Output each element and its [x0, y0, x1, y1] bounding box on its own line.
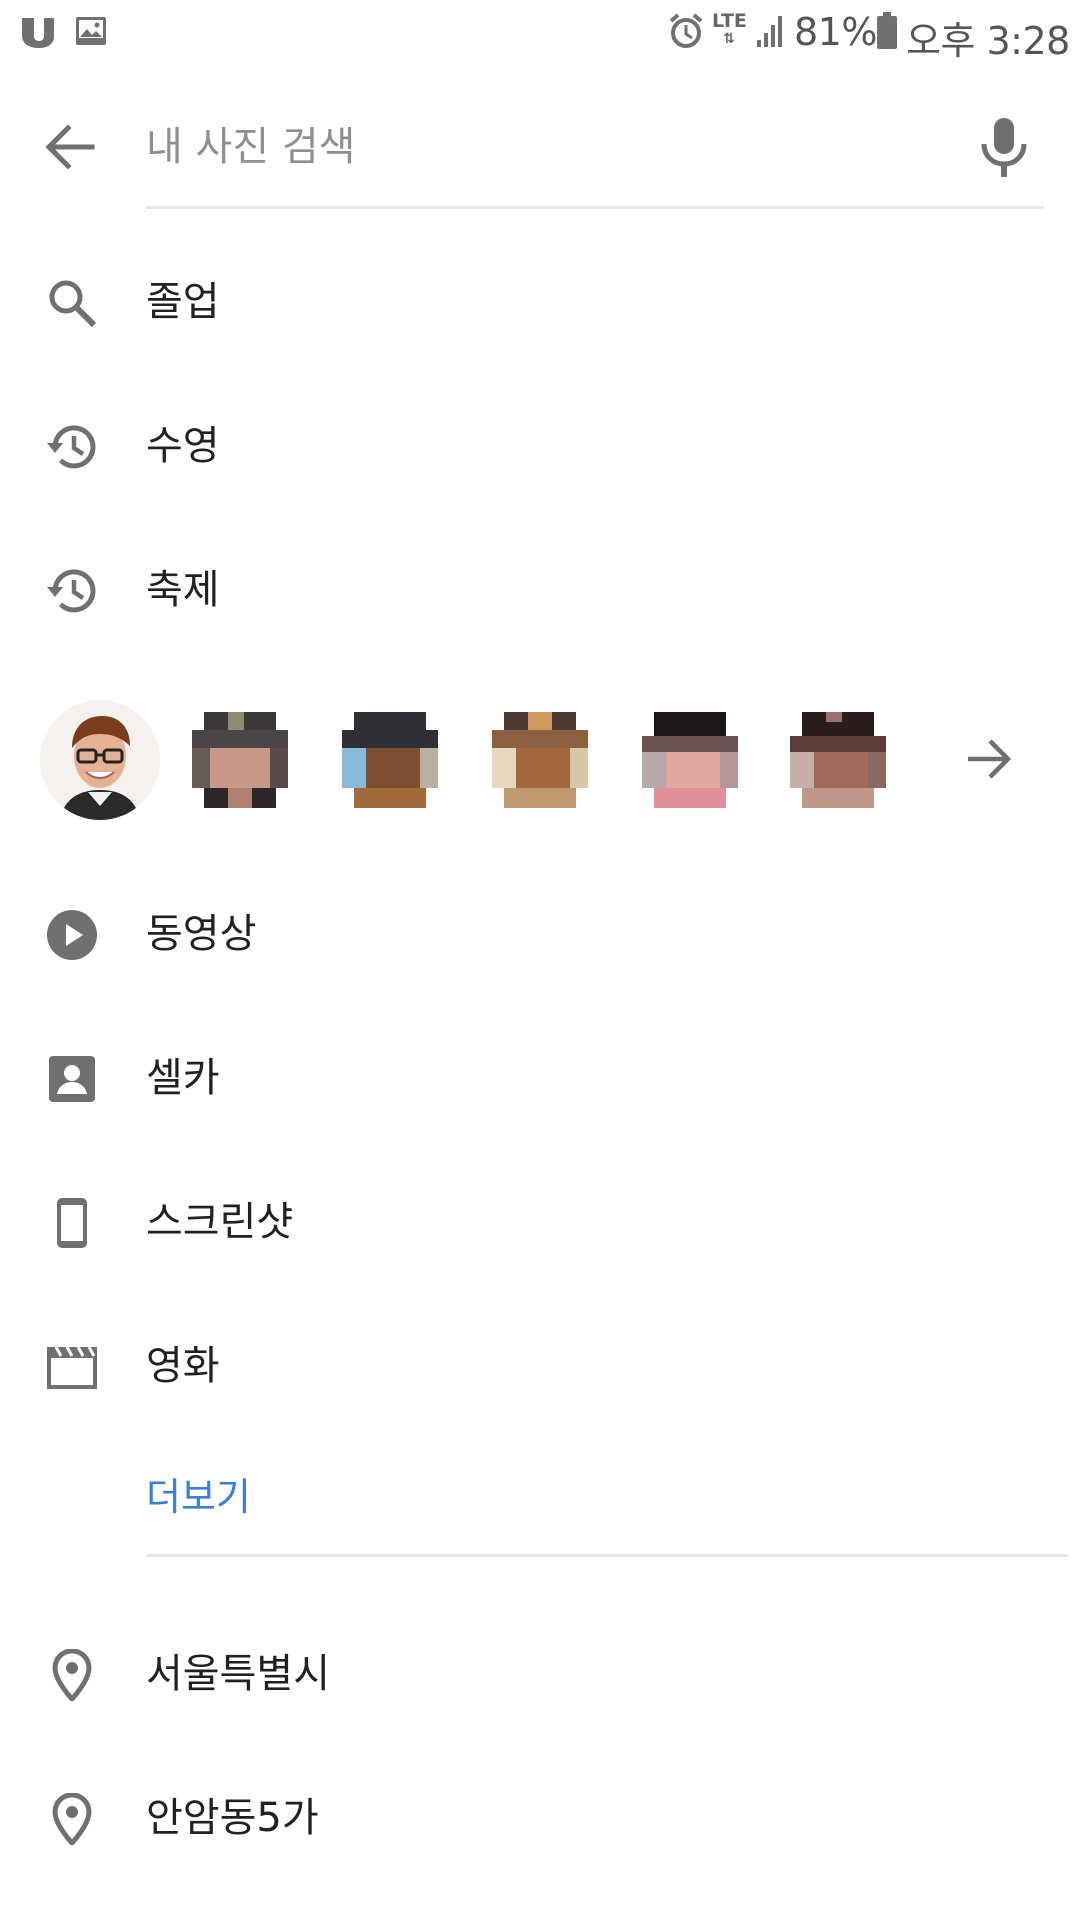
person-photo	[480, 700, 600, 820]
battery-percent: 81%	[794, 10, 877, 54]
place-item-seoul[interactable]: 서울특별시	[0, 1602, 1080, 1746]
app-notification-icon	[22, 18, 54, 48]
signal-strength-icon	[757, 16, 782, 47]
category-label: 동영상	[146, 911, 257, 957]
category-label: 셀카	[146, 1055, 220, 1101]
battery-icon	[877, 12, 897, 49]
suggestion-item-festival[interactable]: 축제	[0, 518, 1080, 662]
person-avatar[interactable]	[480, 700, 600, 820]
suggestion-label: 졸업	[146, 279, 220, 325]
category-item-videos[interactable]: 동영상	[0, 862, 1080, 1006]
place-label: 서울특별시	[146, 1651, 330, 1697]
person-photo	[778, 700, 898, 820]
search-icon	[49, 280, 97, 328]
category-label: 영화	[146, 1343, 220, 1389]
play-circle-icon	[47, 910, 97, 960]
category-label: 스크린샷	[146, 1199, 294, 1245]
status-bar: LTE ⇅ 81% 오후 3:28	[0, 0, 1080, 64]
image-notification-icon	[76, 17, 106, 45]
person-photo	[40, 700, 160, 820]
people-strip	[40, 692, 1080, 820]
selfie-icon	[49, 1056, 95, 1102]
section-divider	[146, 1554, 1068, 1557]
category-item-selfies[interactable]: 셀카	[0, 1006, 1080, 1150]
category-item-movies[interactable]: 영화	[0, 1294, 1080, 1438]
location-pin-icon	[52, 1793, 92, 1845]
person-avatar[interactable]	[180, 700, 300, 820]
network-type: LTE ⇅	[712, 10, 747, 48]
history-icon	[47, 569, 96, 613]
person-photo	[330, 700, 450, 820]
person-photo	[630, 700, 750, 820]
alarm-icon	[669, 13, 703, 48]
back-arrow-icon[interactable]	[40, 118, 98, 176]
location-pin-icon	[52, 1649, 92, 1701]
person-photo	[180, 700, 300, 820]
person-avatar[interactable]	[330, 700, 450, 820]
search-input[interactable]	[146, 112, 946, 182]
microphone-icon[interactable]	[978, 116, 1030, 178]
suggestion-label: 축제	[146, 567, 220, 613]
phone-screenshot-icon	[57, 1198, 87, 1248]
place-item-anamdong[interactable]: 안암동5가	[0, 1746, 1080, 1890]
category-item-screenshots[interactable]: 스크린샷	[0, 1150, 1080, 1294]
arrow-forward-icon[interactable]	[964, 734, 1014, 784]
search-underline	[146, 206, 1044, 209]
person-avatar[interactable]	[40, 700, 160, 820]
clock: 오후 3:28	[906, 19, 1070, 63]
person-avatar[interactable]	[630, 700, 750, 820]
more-link[interactable]: 더보기	[146, 1466, 251, 1521]
suggestion-label: 수영	[146, 423, 220, 469]
history-icon	[47, 425, 96, 469]
person-avatar[interactable]	[778, 700, 898, 820]
movie-clapper-icon	[47, 1346, 97, 1389]
place-label: 안암동5가	[146, 1795, 319, 1841]
suggestion-item-swimming[interactable]: 수영	[0, 374, 1080, 518]
suggestion-item-graduation[interactable]: 졸업	[0, 230, 1080, 374]
